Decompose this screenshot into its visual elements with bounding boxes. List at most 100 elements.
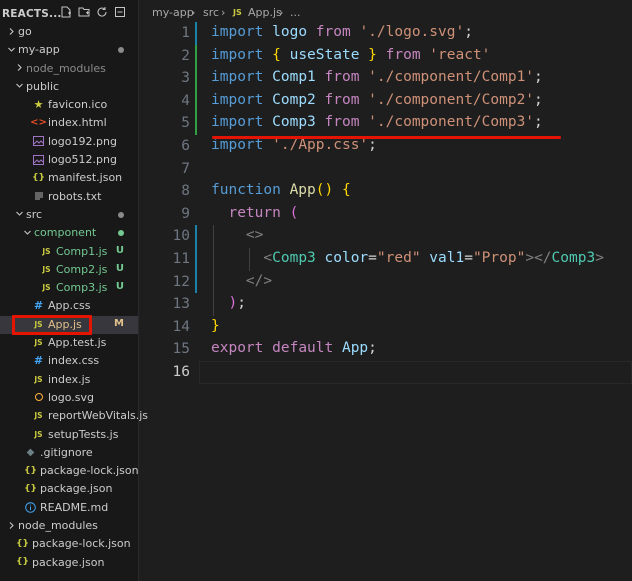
tree-item-label: node_modules <box>26 61 106 75</box>
new-folder-icon[interactable] <box>78 6 90 18</box>
refresh-icon[interactable] <box>96 6 108 18</box>
json-file-icon: {} <box>32 172 45 183</box>
tree-item[interactable]: {} package-lock.json <box>0 535 138 553</box>
tree-item[interactable]: {} package.json <box>0 480 138 498</box>
tree-item-label: Comp1.js <box>56 244 108 258</box>
line-number: 14 <box>172 318 190 335</box>
tree-item[interactable]: {} manifest.json <box>0 169 138 187</box>
gutter-modified-indicator[interactable] <box>195 22 197 45</box>
tree-item[interactable]: JS Comp1.js U <box>0 243 138 261</box>
code-token: ( <box>289 204 299 221</box>
tree-item[interactable]: node_modules <box>0 517 138 535</box>
tree-item[interactable]: logo.svg <box>0 389 138 407</box>
line-number: 15 <box>172 341 190 358</box>
chevron-right-icon: › <box>221 6 226 19</box>
breadcrumb-folder[interactable]: src <box>203 6 219 19</box>
gutter-modified-indicator[interactable] <box>195 247 197 271</box>
collapse-all-icon[interactable] <box>114 6 126 18</box>
code-token: color <box>324 249 369 266</box>
code-line[interactable]: 4 import Comp2 from './component/Comp2'; <box>139 89 632 113</box>
tree-item[interactable]: node_modules <box>0 60 138 78</box>
tree-item[interactable]: go <box>0 23 138 41</box>
code-line[interactable]: 14} <box>139 316 632 339</box>
tree-item[interactable]: logo192.png <box>0 133 138 151</box>
tree-item[interactable]: README.md <box>0 499 138 517</box>
breadcrumb-file[interactable]: App.js <box>248 6 282 19</box>
tree-item[interactable]: ★ favicon.ico <box>0 96 138 114</box>
gutter-added-indicator[interactable] <box>195 89 197 113</box>
code-line[interactable]: 3 import Comp1 from './component/Comp1'; <box>139 67 632 90</box>
gutter-added-indicator[interactable] <box>195 67 197 90</box>
line-number: 9 <box>181 205 190 222</box>
code-token: './logo.svg' <box>359 24 465 40</box>
chevron-down-icon[interactable] <box>22 226 32 238</box>
info-icon <box>24 501 37 514</box>
chevron-right-icon[interactable] <box>6 25 16 37</box>
highlight-box <box>12 315 92 335</box>
code-line[interactable]: 11 <Comp3 color="red" val1="Prop"></Comp… <box>139 247 632 271</box>
code-line[interactable]: 12 </> <box>139 270 632 294</box>
code-line[interactable]: 5 import Comp3 from './component/Comp3'; <box>139 112 632 135</box>
tree-item[interactable]: logo512.png <box>0 151 138 169</box>
chevron-right-icon[interactable] <box>14 62 24 74</box>
code-line[interactable]: 7 <box>139 158 632 181</box>
svg-file-icon <box>32 391 45 404</box>
code-line[interactable]: 10 <> <box>139 225 632 248</box>
chevron-down-icon[interactable] <box>14 208 24 220</box>
gutter-modified-indicator[interactable] <box>195 270 197 294</box>
image-file-icon <box>32 135 45 148</box>
js-file-icon: JS <box>34 374 43 384</box>
code-editor[interactable]: 1 import logo from './logo.svg'; 2 import {… <box>139 22 632 384</box>
tree-item[interactable]: JS setupTests.js <box>0 426 138 444</box>
tree-item[interactable]: my-app <box>0 41 138 59</box>
code-token: ) <box>228 295 238 312</box>
tree-item[interactable]: ◆ .gitignore <box>0 444 138 462</box>
code-line[interactable]: 1 import logo from './logo.svg'; <box>139 22 632 45</box>
tree-item[interactable]: src <box>0 206 138 224</box>
gutter-modified-indicator[interactable] <box>195 225 197 248</box>
code-line[interactable]: 16 <box>139 360 632 384</box>
tree-item[interactable]: JS Comp2.js U <box>0 261 138 279</box>
tree-item[interactable]: # index.css <box>0 352 138 370</box>
code-line[interactable]: 9 return ( <box>139 203 632 226</box>
code-line[interactable]: 15 export default App; <box>139 338 632 361</box>
code-token: import <box>211 46 264 63</box>
tree-item[interactable]: {} package-lock.json <box>0 462 139 480</box>
tree-item[interactable]: {} package.json <box>0 554 138 572</box>
text-file-icon <box>32 190 45 203</box>
tree-item[interactable]: JS Comp3.js U <box>0 279 138 297</box>
line-number: 7 <box>181 160 190 177</box>
breadcrumb-folder[interactable]: my-app <box>152 6 194 19</box>
code-text: return ( <box>211 205 298 221</box>
code-line[interactable]: 13 ); <box>139 293 632 316</box>
tree-item[interactable]: JS App.test.js <box>0 334 138 352</box>
code-line[interactable]: 2 import { useState } from 'react' <box>139 44 632 68</box>
chevron-down-icon[interactable] <box>6 43 16 55</box>
code-token: from <box>324 91 360 108</box>
line-number: 16 <box>172 363 190 380</box>
breadcrumb-more[interactable]: ... <box>290 6 301 19</box>
code-token: <> <box>245 227 264 244</box>
js-file-icon: JS <box>233 8 242 17</box>
tree-item[interactable]: JS index.js <box>0 371 138 389</box>
tree-item[interactable]: robots.txt <box>0 188 138 206</box>
gutter-added-indicator[interactable] <box>195 44 197 68</box>
tree-item[interactable]: JS reportWebVitals.js <box>0 407 148 425</box>
tree-item[interactable]: component <box>0 224 138 242</box>
code-line[interactable]: 8 function App() { <box>139 180 632 203</box>
chevron-down-icon[interactable] <box>14 80 24 92</box>
new-file-icon[interactable] <box>60 6 72 18</box>
gutter-added-indicator[interactable] <box>195 112 197 135</box>
tree-item[interactable]: public <box>0 78 138 96</box>
chevron-right-icon[interactable] <box>6 519 16 531</box>
tree-item[interactable]: # App.css <box>0 297 138 315</box>
tree-item[interactable]: <> index.html <box>0 114 138 132</box>
js-file-icon: JS <box>34 429 43 439</box>
code-token: ; <box>368 340 377 357</box>
